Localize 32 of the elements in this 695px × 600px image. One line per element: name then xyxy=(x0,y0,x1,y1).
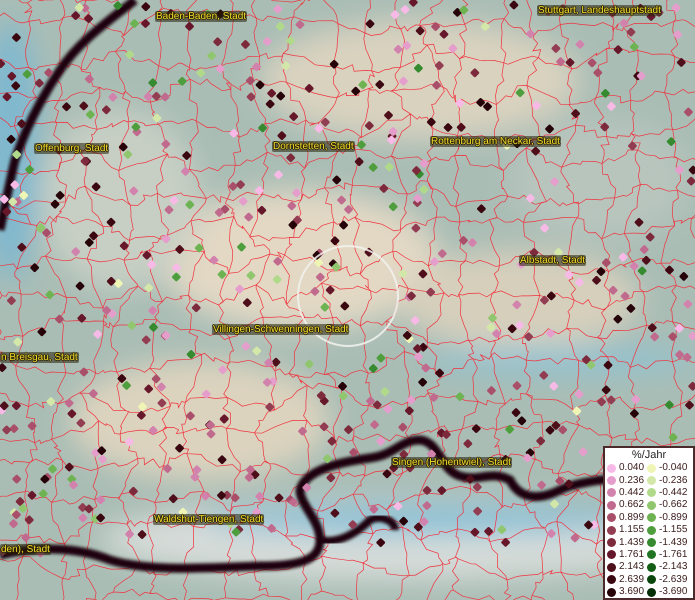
legend-value: 0.236 xyxy=(619,474,644,487)
legend-value: -3.690 xyxy=(659,586,688,598)
place-label: Baden-Baden, Stadt xyxy=(155,11,248,22)
legend-value: 0.040 xyxy=(619,462,644,474)
legend-value: 1.761 xyxy=(619,548,644,561)
place-label: den), Stadt xyxy=(0,544,51,555)
legend-value: 0.662 xyxy=(619,499,644,512)
legend-value: -1.155 xyxy=(659,524,688,536)
legend-title: %/Jahr xyxy=(630,449,668,462)
legend-value: -0.899 xyxy=(659,512,688,524)
legend-value: -1.761 xyxy=(659,548,688,561)
legend-value: -0.236 xyxy=(659,474,688,487)
place-label: Offenburg, Stadt xyxy=(34,143,110,154)
place-label: Stuttgart, Landeshauptstadt xyxy=(537,5,662,16)
legend-value: -0.040 xyxy=(659,462,688,474)
legend-value: 0.442 xyxy=(619,486,644,499)
place-label: Albstadt, Stadt xyxy=(519,255,586,266)
legend-value: 1.439 xyxy=(619,536,644,549)
legend-value: -0.442 xyxy=(659,486,688,499)
legend-value: 1.155 xyxy=(619,524,644,536)
legend-value: -2.143 xyxy=(659,561,688,574)
legend-value: 0.899 xyxy=(619,512,644,524)
place-label: Waldshut-Tiengen, Stadt xyxy=(153,514,264,525)
legend-value: -2.639 xyxy=(659,574,688,586)
place-label: Dornstetten, Stadt xyxy=(272,141,355,152)
legend-value: -0.662 xyxy=(659,499,688,512)
place-label: n Breisgau, Stadt xyxy=(0,352,79,363)
legend-value: 2.143 xyxy=(619,561,644,574)
legend-value: 2.639 xyxy=(619,574,644,586)
legend-value: -1.439 xyxy=(659,536,688,549)
legend-value: 3.690 xyxy=(619,586,644,598)
place-label: Villingen-Schwenningen, Stadt xyxy=(212,324,350,335)
